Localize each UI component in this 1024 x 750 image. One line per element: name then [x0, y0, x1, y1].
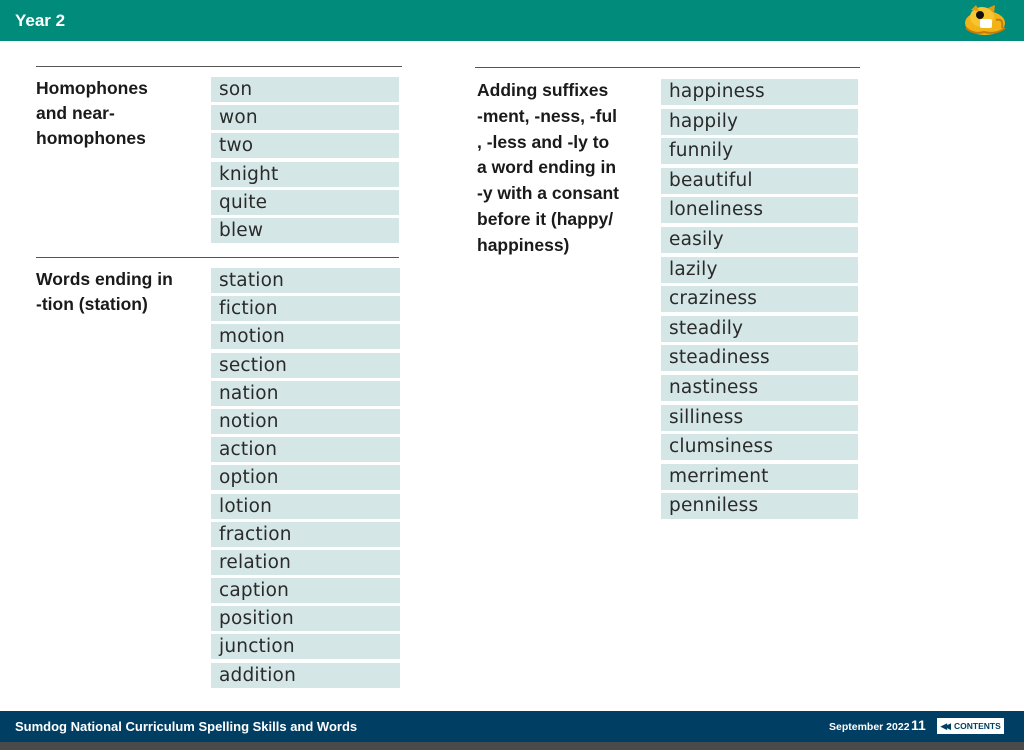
title-line: -ment, -ness, -ful — [477, 105, 618, 126]
sumdog-mascot-icon — [965, 5, 1006, 35]
title-line: and near- — [36, 103, 115, 123]
word-cell: son — [211, 77, 399, 102]
word-cell: won — [211, 105, 399, 131]
word-cell: notion — [211, 408, 400, 434]
word-cell: penniless — [661, 493, 858, 520]
double-chevron-left-icon: ◀◀ — [940, 720, 951, 731]
word-cell: junction — [211, 634, 400, 660]
title-line: , -less and -ly to — [477, 131, 610, 152]
word-cell: silliness — [661, 404, 858, 431]
word-cell: happily — [661, 108, 858, 135]
word-cell: two — [211, 133, 399, 159]
section-title-tion: Words ending in -tion (station) — [36, 267, 173, 317]
section-title-homophones: Homophones and near- homophones — [36, 76, 148, 151]
section-title-suffixes: Adding suffixes -ment, -ness, -ful , -le… — [477, 78, 619, 259]
word-cell: beautiful — [661, 167, 858, 194]
page-header: Year 2 — [0, 0, 1024, 41]
viewer-background-strip — [0, 742, 1024, 750]
word-cell: merriment — [661, 463, 858, 490]
word-cell: nastiness — [661, 374, 858, 401]
word-cell: motion — [211, 324, 400, 350]
word-cell: section — [211, 352, 400, 378]
word-cell: happiness — [661, 79, 858, 105]
word-cell: knight — [211, 161, 399, 187]
word-cell: position — [211, 606, 400, 632]
title-line: happiness) — [477, 234, 570, 255]
word-cell: quite — [211, 189, 399, 215]
word-cell: station — [211, 268, 400, 293]
footer-title: Sumdog National Curriculum Spelling Skil… — [15, 719, 358, 734]
word-list-homophones: son won two knight quite blew — [211, 77, 399, 246]
page-number: 11 — [911, 717, 926, 733]
word-list-suffixes: happiness happily funnily beautiful lone… — [661, 79, 858, 523]
word-cell: fraction — [211, 521, 400, 547]
section-divider — [475, 67, 860, 68]
word-cell: loneliness — [661, 197, 858, 224]
title-line: before it (happy/ — [477, 208, 614, 229]
word-cell: easily — [661, 226, 858, 253]
word-cell: relation — [211, 549, 400, 575]
word-cell: nation — [211, 380, 400, 406]
title-line: -tion (station) — [36, 294, 148, 314]
page-title: Year 2 — [15, 11, 66, 30]
title-line: a word ending in — [477, 157, 617, 178]
word-cell: lotion — [211, 493, 400, 519]
page-footer: Sumdog National Curriculum Spelling Skil… — [0, 711, 1024, 742]
word-cell: blew — [211, 217, 399, 243]
title-line: -y with a consant — [477, 183, 619, 204]
word-cell: steadiness — [661, 345, 858, 372]
footer-date: September 2022 — [829, 721, 910, 733]
word-cell: clumsiness — [661, 434, 858, 461]
word-cell: fiction — [211, 296, 400, 322]
word-list-tion: station fiction motion section nation no… — [211, 268, 400, 691]
word-cell: caption — [211, 578, 400, 604]
section-divider — [36, 66, 402, 67]
section-divider — [36, 257, 399, 258]
title-line: homophones — [36, 128, 146, 148]
title-line: Words ending in — [36, 269, 173, 289]
word-cell: action — [211, 437, 400, 463]
word-cell: craziness — [661, 286, 858, 313]
title-line: Homophones — [36, 78, 148, 98]
word-cell: addition — [211, 662, 400, 688]
word-cell: lazily — [661, 256, 858, 283]
word-cell: funnily — [661, 138, 858, 165]
word-cell: steadily — [661, 315, 858, 342]
title-line: Adding suffixes — [477, 80, 609, 100]
contents-label: CONTENTS — [954, 721, 1001, 731]
word-cell: option — [211, 465, 400, 491]
contents-button[interactable]: ◀◀ CONTENTS — [937, 718, 1004, 734]
